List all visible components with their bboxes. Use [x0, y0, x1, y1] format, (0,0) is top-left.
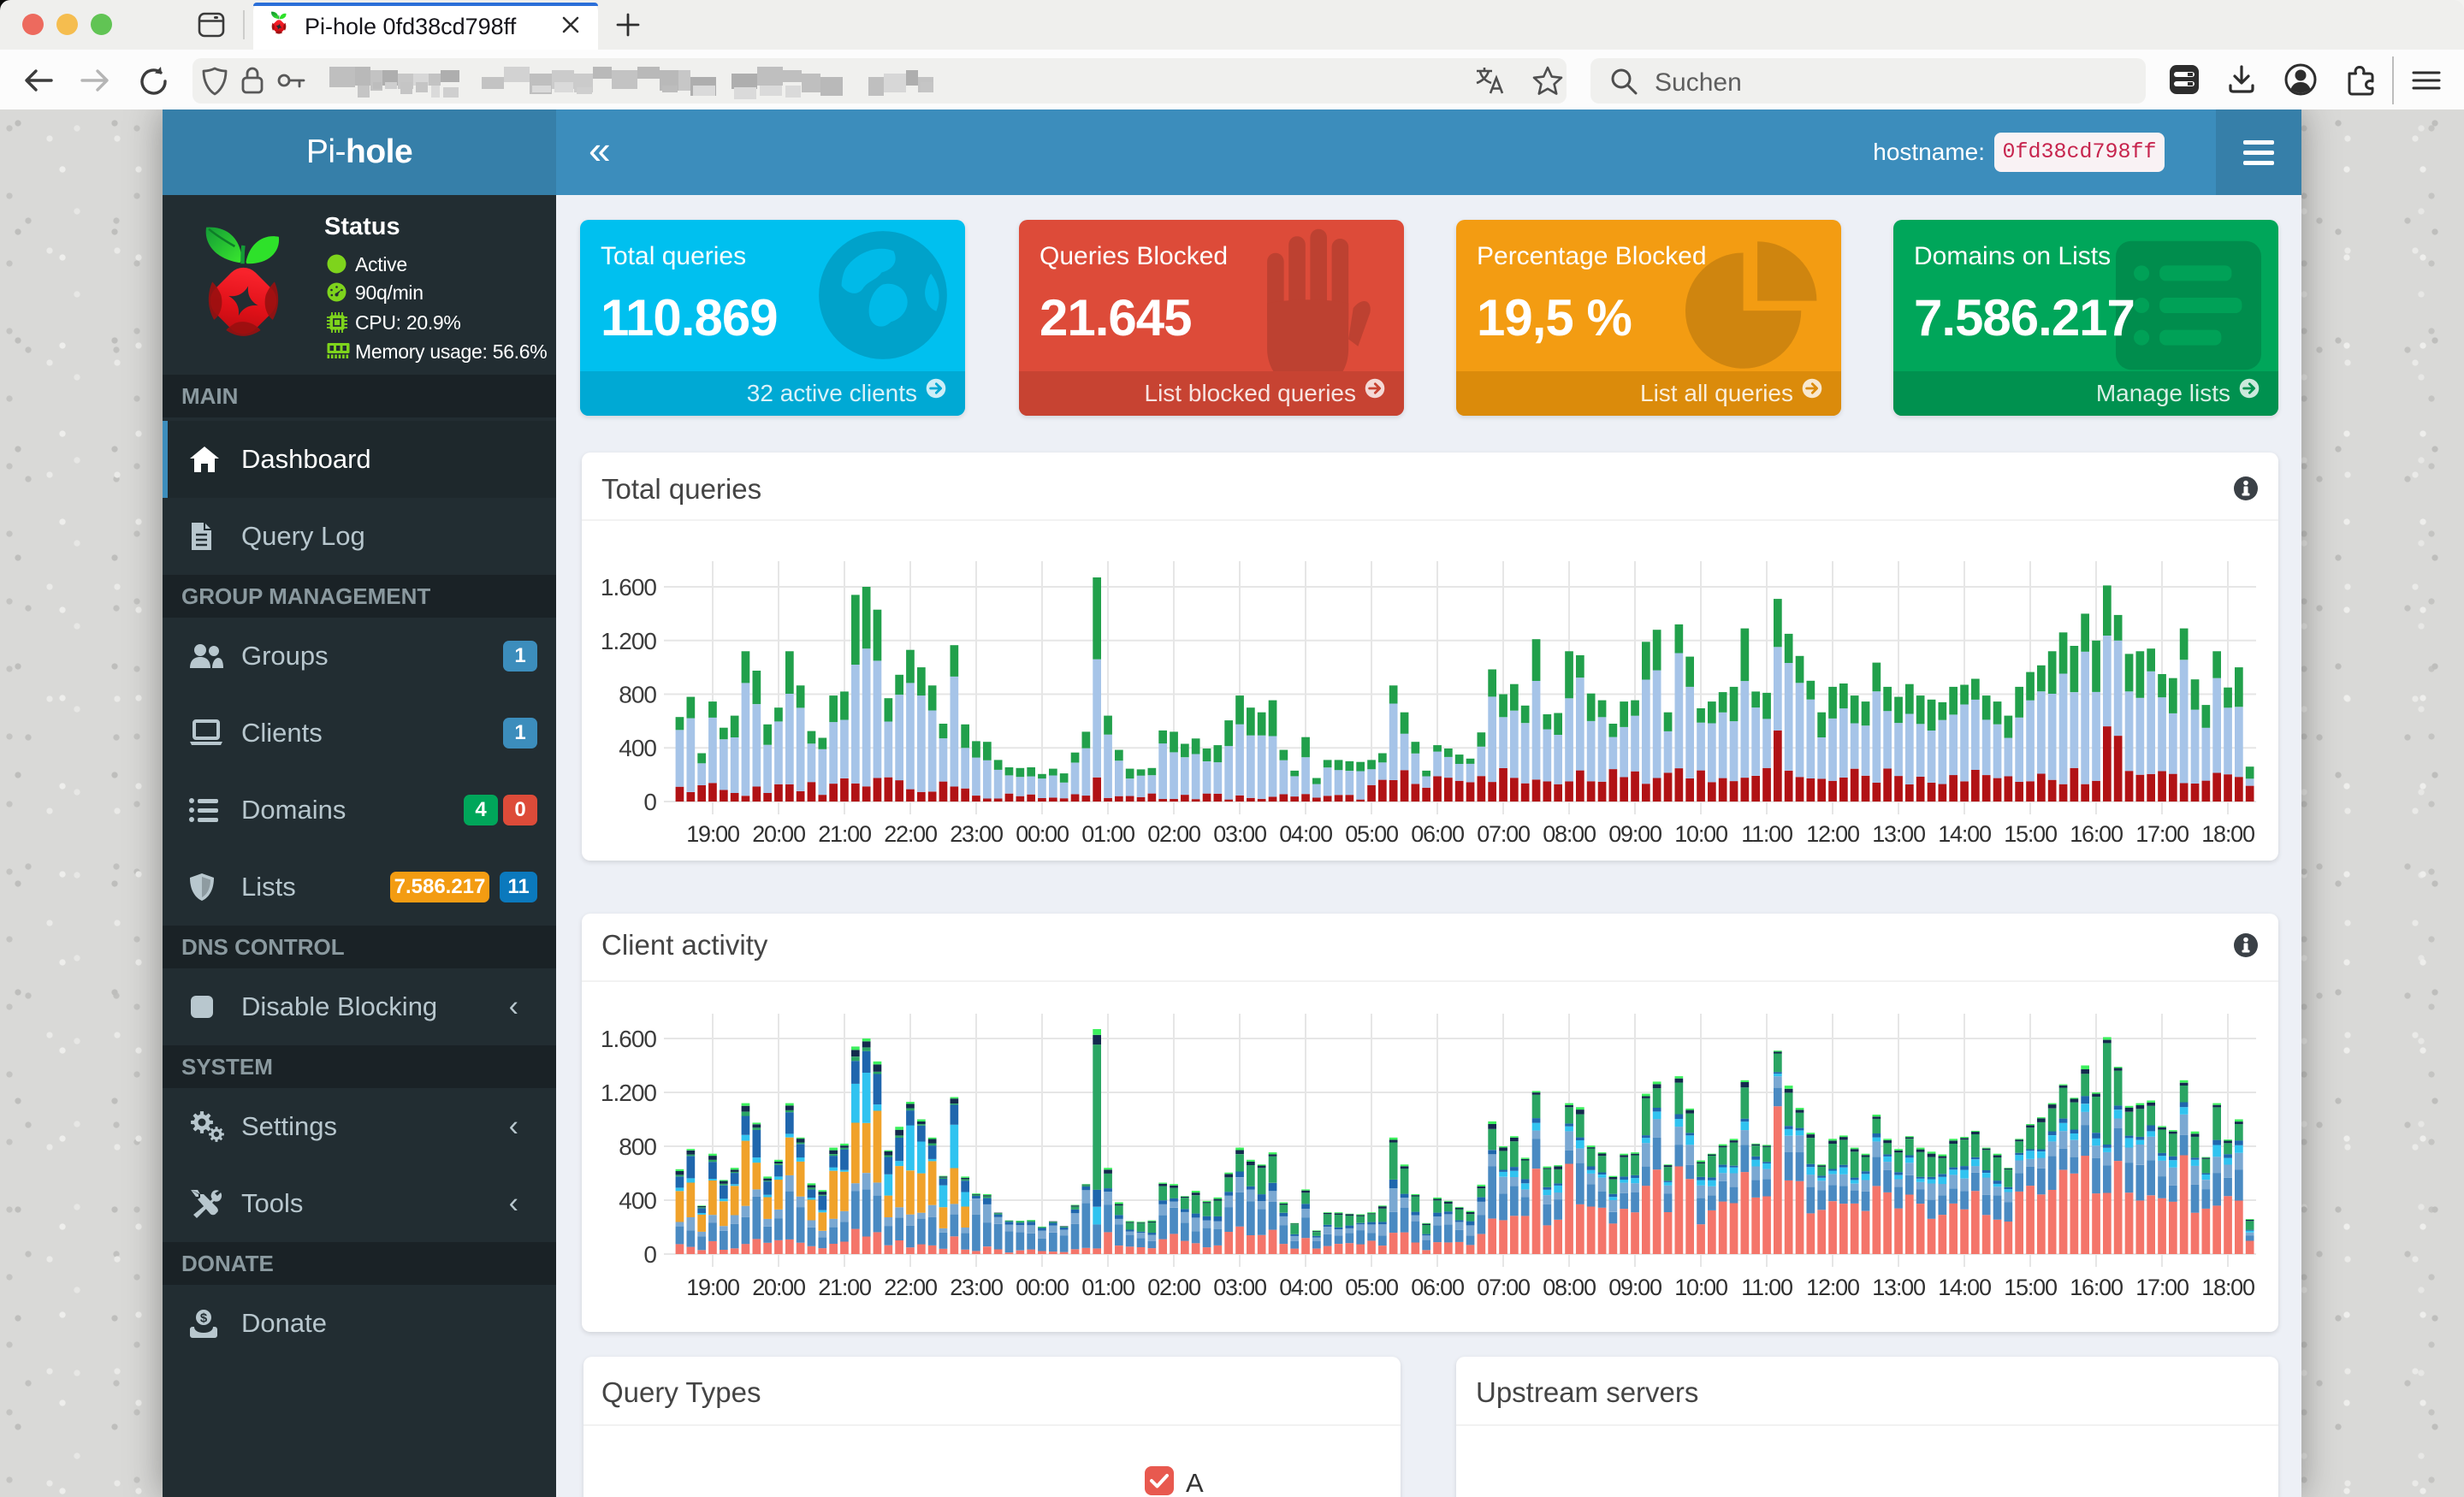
svg-text:13:00: 13:00 — [1872, 1275, 1925, 1300]
svg-text:21:00: 21:00 — [818, 821, 871, 847]
svg-text:06:00: 06:00 — [1411, 1275, 1464, 1300]
svg-text:1.200: 1.200 — [601, 1080, 656, 1106]
svg-text:17:00: 17:00 — [2135, 1275, 2189, 1300]
svg-text:12:00: 12:00 — [1806, 821, 1859, 847]
svg-text:10:00: 10:00 — [1674, 1275, 1727, 1300]
svg-text:01:00: 01:00 — [1081, 821, 1134, 847]
svg-text:04:00: 04:00 — [1279, 1275, 1332, 1300]
svg-text:00:00: 00:00 — [1016, 1275, 1069, 1300]
svg-text:12:00: 12:00 — [1806, 1275, 1859, 1300]
svg-text:13:00: 13:00 — [1872, 821, 1925, 847]
svg-text:400: 400 — [619, 1187, 656, 1214]
svg-text:09:00: 09:00 — [1608, 1275, 1661, 1300]
svg-text:04:00: 04:00 — [1279, 821, 1332, 847]
svg-text:800: 800 — [619, 682, 656, 708]
svg-text:09:00: 09:00 — [1608, 821, 1661, 847]
svg-text:0: 0 — [643, 789, 656, 815]
svg-text:08:00: 08:00 — [1543, 1275, 1596, 1300]
svg-text:800: 800 — [619, 1133, 656, 1160]
svg-text:19:00: 19:00 — [686, 1275, 739, 1300]
svg-text:07:00: 07:00 — [1477, 1275, 1530, 1300]
svg-text:18:00: 18:00 — [2201, 821, 2254, 847]
svg-text:1.200: 1.200 — [601, 628, 656, 654]
svg-text:20:00: 20:00 — [752, 821, 805, 847]
svg-text:03:00: 03:00 — [1213, 821, 1266, 847]
svg-text:19:00: 19:00 — [686, 821, 739, 847]
svg-text:20:00: 20:00 — [752, 1275, 805, 1300]
svg-text:15:00: 15:00 — [2004, 1275, 2057, 1300]
svg-text:05:00: 05:00 — [1345, 821, 1398, 847]
svg-text:07:00: 07:00 — [1477, 821, 1530, 847]
svg-text:22:00: 22:00 — [884, 1275, 937, 1300]
svg-text:22:00: 22:00 — [884, 821, 937, 847]
svg-text:01:00: 01:00 — [1081, 1275, 1134, 1300]
svg-text:10:00: 10:00 — [1674, 821, 1727, 847]
svg-text:16:00: 16:00 — [2070, 821, 2123, 847]
svg-text:18:00: 18:00 — [2201, 1275, 2254, 1300]
svg-text:03:00: 03:00 — [1213, 1275, 1266, 1300]
svg-text:11:00: 11:00 — [1741, 821, 1792, 847]
svg-text:11:00: 11:00 — [1741, 1275, 1792, 1300]
svg-text:0: 0 — [643, 1241, 656, 1268]
svg-text:15:00: 15:00 — [2004, 821, 2057, 847]
svg-text:16:00: 16:00 — [2070, 1275, 2123, 1300]
svg-text:1.600: 1.600 — [601, 574, 656, 601]
svg-text:1.600: 1.600 — [601, 1026, 656, 1052]
svg-text:23:00: 23:00 — [950, 1275, 1003, 1300]
svg-text:05:00: 05:00 — [1345, 1275, 1398, 1300]
svg-text:00:00: 00:00 — [1016, 821, 1069, 847]
svg-text:06:00: 06:00 — [1411, 821, 1464, 847]
svg-text:14:00: 14:00 — [1938, 821, 1991, 847]
svg-text:23:00: 23:00 — [950, 821, 1003, 847]
svg-text:14:00: 14:00 — [1938, 1275, 1991, 1300]
svg-text:400: 400 — [619, 735, 656, 761]
svg-text:02:00: 02:00 — [1147, 821, 1200, 847]
svg-text:08:00: 08:00 — [1543, 821, 1596, 847]
svg-text:17:00: 17:00 — [2135, 821, 2189, 847]
svg-text:21:00: 21:00 — [818, 1275, 871, 1300]
svg-text:02:00: 02:00 — [1147, 1275, 1200, 1300]
